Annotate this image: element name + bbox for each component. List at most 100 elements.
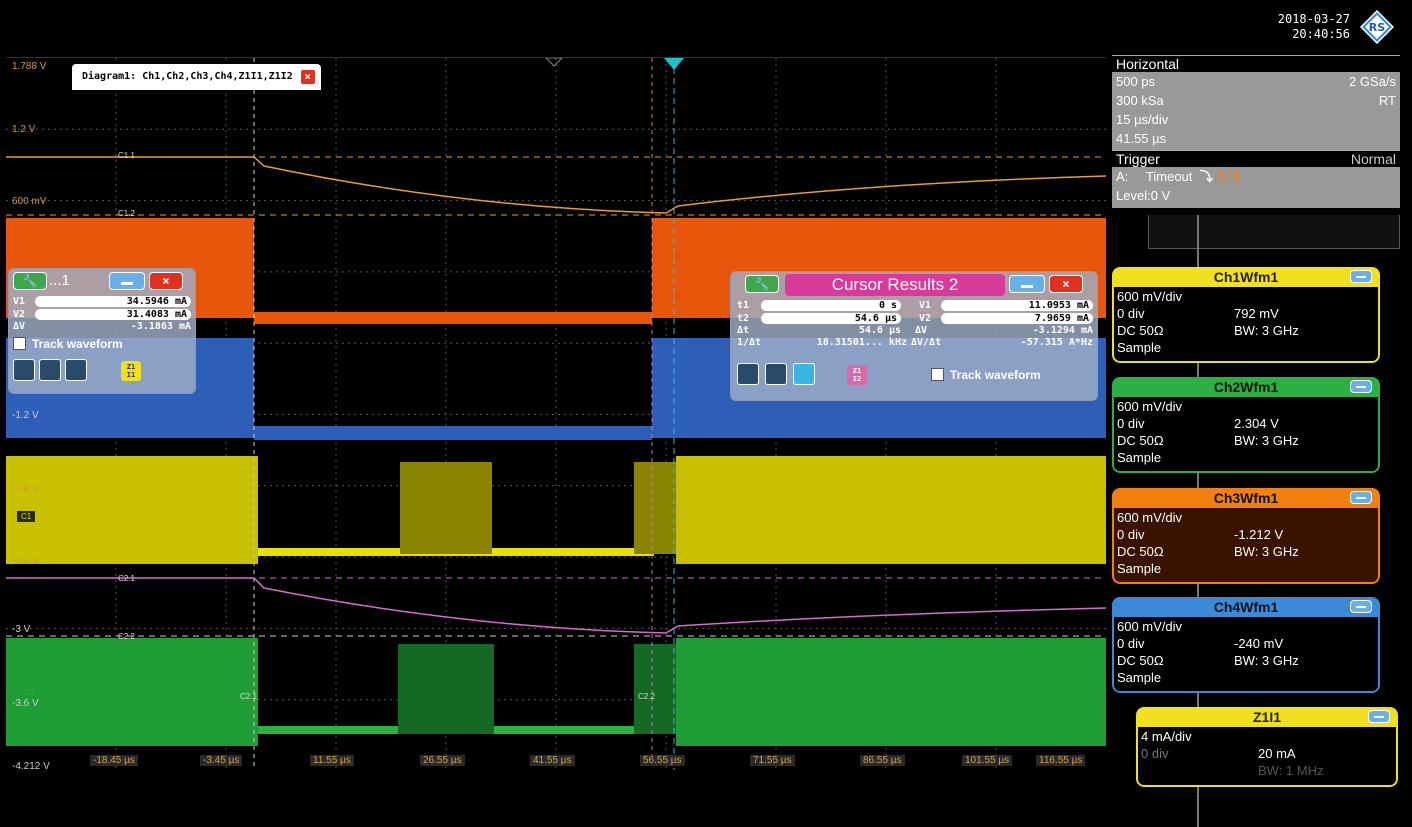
waveform-panel-ch3[interactable]: Ch3Wfm1 600 mV/div 0 div -1.212 V DC 50Ω B… <box>1112 488 1380 584</box>
minimize-icon[interactable] <box>1350 600 1372 613</box>
y-label: -3.6 V <box>12 698 39 709</box>
measure-value: -240 mV <box>1234 636 1284 651</box>
checkbox-icon[interactable] <box>931 368 944 381</box>
waveform-panel-ch1[interactable]: Ch1Wfm1 600 mV/div 0 div 792 mV DC 50Ω BW:… <box>1112 267 1380 363</box>
trigger-position-marker-icon <box>664 58 684 70</box>
close-icon[interactable]: × <box>1049 275 1083 293</box>
acquisition-value: Sample <box>1117 670 1162 685</box>
cursor2-t2-label: t2 <box>737 313 750 324</box>
offset-value: 0 div <box>1141 746 1169 761</box>
trigger-panel[interactable]: Trigger Normal A: Timeout ⤵ Ch3 Level:0 V <box>1112 150 1400 208</box>
minimize-icon[interactable] <box>109 272 145 290</box>
trigger-title: Trigger <box>1116 151 1160 167</box>
x-label: 26.55 µs <box>420 755 465 766</box>
track-waveform-checkbox[interactable]: Track waveform <box>931 368 1041 382</box>
track-waveform-checkbox[interactable]: Track waveform <box>13 337 123 351</box>
minimize-icon[interactable] <box>1368 710 1390 723</box>
checkbox-icon[interactable] <box>13 337 26 350</box>
date-label: 2018-03-27 <box>1277 12 1350 26</box>
waveform-diagram[interactable]: 1.788 V 1.2 V 600 mV -1.2 V -1.8 V -2.4 … <box>6 57 1106 770</box>
cursor-mode-icon[interactable] <box>765 363 787 385</box>
coupling-value: DC 50Ω <box>1117 433 1164 448</box>
cursor-marker-c21: C2.1 <box>118 574 135 583</box>
waveform-z1i1-title: Z1I1 <box>1136 707 1398 727</box>
trigger-source: Ch3 <box>1216 169 1241 184</box>
cursor2-t1-value: 0 s <box>761 300 901 311</box>
channel-marker-c2[interactable]: C2 <box>24 688 34 697</box>
cursor2-t2-value: 54.6 µs <box>761 313 901 324</box>
trigger-mode: Normal <box>1350 151 1396 167</box>
scale-value: 600 mV/div <box>1117 399 1183 414</box>
horizontal-panel[interactable]: Horizontal 500 ps 2 GSa/s 300 kSa RT 15 µs… <box>1112 55 1400 155</box>
cursor2-dv-value: -3.1294 mA <box>1032 325 1093 336</box>
track-waveform-label: Track waveform <box>32 337 123 351</box>
diagram-close-icon[interactable]: × <box>300 70 315 84</box>
y-label: -1.8 V <box>12 484 39 495</box>
trigger-header: Trigger Normal <box>1112 150 1400 167</box>
cursor-mode-icon[interactable] <box>65 359 87 381</box>
minimize-icon[interactable] <box>1350 491 1372 504</box>
cursor2-t1-label: t1 <box>737 300 750 311</box>
ch1-trace-band <box>676 456 1106 564</box>
cursor1-v1-label: V1 <box>13 296 26 307</box>
cursor2-v2-label: V2 <box>919 313 932 324</box>
close-icon[interactable]: × <box>149 272 183 290</box>
cursor-results-2[interactable]: 🔧 Cursor Results 2 × t1 0 s t2 54.6 µs Δ… <box>730 271 1098 401</box>
y-label: 1.2 V <box>12 124 36 135</box>
waveform-canvas[interactable] <box>6 58 1106 770</box>
cursor-mode-icon[interactable] <box>737 363 759 385</box>
cursor2-inv-dt-label: 1/Δt <box>737 337 762 348</box>
sample-rate-value: 2 GSa/s <box>1349 74 1396 89</box>
offset-value: 0 div <box>1117 527 1145 542</box>
x-label: 56.55 µs <box>640 755 685 766</box>
waveform-ch3-title: Ch3Wfm1 <box>1112 488 1380 508</box>
diagram-tab-label: Diagram1: Ch1,Ch2,Ch3,Ch4,Z1I1,Z1I2 <box>82 71 293 82</box>
time-label: 20:40:56 <box>1292 27 1350 41</box>
minimize-icon[interactable] <box>1350 270 1372 283</box>
minimize-icon[interactable] <box>1350 380 1372 393</box>
offset-value: 0 div <box>1117 416 1145 431</box>
coupling-value: DC 50Ω <box>1117 653 1164 668</box>
x-label: -18.45 µs <box>90 755 138 766</box>
source-z1i1-icon[interactable]: Z1 I1 <box>121 361 141 381</box>
cursor2-title: Cursor Results 2 <box>785 274 1005 296</box>
diagram-tab[interactable]: Diagram1: Ch1,Ch2,Ch3,Ch4,Z1I1,Z1I2 × <box>72 64 321 90</box>
ch2-trace-burst <box>634 644 676 734</box>
waveform-ch4-name: Ch4Wfm1 <box>1213 599 1279 615</box>
falling-edge-icon: ⤵ <box>1200 169 1214 184</box>
trigger-type: Timeout <box>1145 169 1193 184</box>
scale-value: 600 mV/div <box>1117 619 1183 634</box>
trigger-source-prefix: A: <box>1116 169 1129 184</box>
cursor1-title: ...1 <box>49 272 70 289</box>
ch1-trace-burst <box>634 462 676 554</box>
waveform-ch1-title: Ch1Wfm1 <box>1112 267 1380 287</box>
waveform-panel-ch2[interactable]: Ch2Wfm1 600 mV/div 0 div 2.304 V DC 50Ω BW… <box>1112 377 1380 473</box>
waveform-panel-z1i1[interactable]: Z1I1 4 mA/div 0 div 20 mA BW: 1 MHz <box>1136 707 1398 787</box>
wrench-icon[interactable]: 🔧 <box>13 272 47 290</box>
ch2-trace-burst <box>398 644 494 734</box>
cursor-mode-icon[interactable] <box>39 359 61 381</box>
waveform-ch1-name: Ch1Wfm1 <box>1213 269 1279 285</box>
cursor2-dvdt-value: -57.315 A*Hz <box>1020 337 1093 348</box>
cursor-results-1[interactable]: 🔧 ...1 × V1 34.5946 mA V2 31.4083 mA ΔV … <box>8 268 196 394</box>
acquisition-value: Sample <box>1117 340 1162 355</box>
measure-value: 2.304 V <box>1234 416 1279 431</box>
rs-logo-icon[interactable]: RS <box>1360 10 1394 44</box>
rs-logo-text: RS <box>1369 21 1385 34</box>
horizontal-row: 500 ps 2 GSa/s <box>1112 72 1400 91</box>
cursor-mode-icon-selected[interactable] <box>793 363 815 385</box>
acquisition-value: Sample <box>1117 561 1162 576</box>
wrench-icon[interactable]: 🔧 <box>745 275 779 293</box>
reference-marker-icon <box>545 58 563 67</box>
source-z1i2-icon[interactable]: Z1 I2 <box>847 365 867 385</box>
minimize-icon[interactable] <box>1009 275 1045 293</box>
waveform-panel-ch4[interactable]: Ch4Wfm1 600 mV/div 0 div -240 mV DC 50Ω BW… <box>1112 597 1380 693</box>
cursor2-v1-label: V1 <box>919 300 932 311</box>
channel-marker-c1[interactable]: C1 <box>16 510 37 523</box>
cursor2-inv-dt-value: 18.31501... kHz <box>816 337 907 348</box>
coupling-value: DC 50Ω <box>1117 544 1164 559</box>
resolution-value: 500 ps <box>1116 74 1156 89</box>
cursor2-dvdt-label: ΔV/Δt <box>911 337 942 348</box>
cursor-mode-icon[interactable] <box>13 359 35 381</box>
ch3-trace-low <box>254 312 652 324</box>
